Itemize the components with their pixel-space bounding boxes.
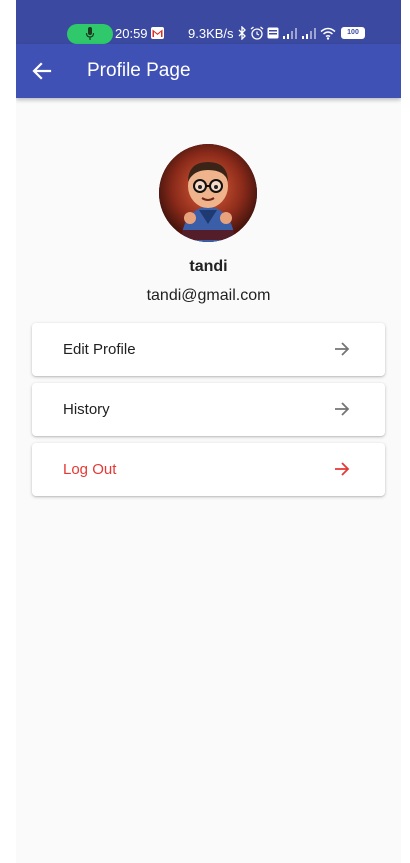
menu-item-label: Log Out xyxy=(63,461,117,478)
menu-item-label: History xyxy=(63,401,110,418)
back-button[interactable] xyxy=(30,59,54,83)
network-speed: 9.3KB/s xyxy=(188,26,234,41)
wifi-icon xyxy=(320,27,336,40)
status-time: 20:59 xyxy=(115,26,148,41)
menu-item-label: Edit Profile xyxy=(63,341,136,358)
signal-icon xyxy=(302,28,316,39)
status-icons: 100 xyxy=(238,25,365,41)
arrow-right-icon xyxy=(333,400,351,418)
avatar[interactable] xyxy=(159,144,257,242)
battery-icon: 100 xyxy=(341,27,365,39)
status-bar: 20:59 9.3KB/s 100 xyxy=(16,0,401,44)
arrow-right-icon xyxy=(333,460,351,478)
phone-screen: 20:59 9.3KB/s 100 Profile Page tandi tan… xyxy=(16,0,401,863)
mic-indicator[interactable] xyxy=(67,24,113,44)
app-bar: Profile Page xyxy=(16,44,401,98)
log-out-button[interactable]: Log Out xyxy=(32,443,385,496)
user-name: tandi xyxy=(189,258,228,275)
user-email: tandi@gmail.com xyxy=(146,287,271,304)
arrow-left-icon xyxy=(32,62,52,80)
volte-icon xyxy=(267,27,279,39)
edit-profile-button[interactable]: Edit Profile xyxy=(32,323,385,376)
gmail-icon xyxy=(151,27,164,39)
signal-icon xyxy=(283,28,297,39)
mic-icon xyxy=(85,27,95,40)
alarm-icon xyxy=(250,26,264,40)
bluetooth-icon xyxy=(238,26,246,40)
history-button[interactable]: History xyxy=(32,383,385,436)
arrow-right-icon xyxy=(333,340,351,358)
page-title: Profile Page xyxy=(87,60,191,81)
